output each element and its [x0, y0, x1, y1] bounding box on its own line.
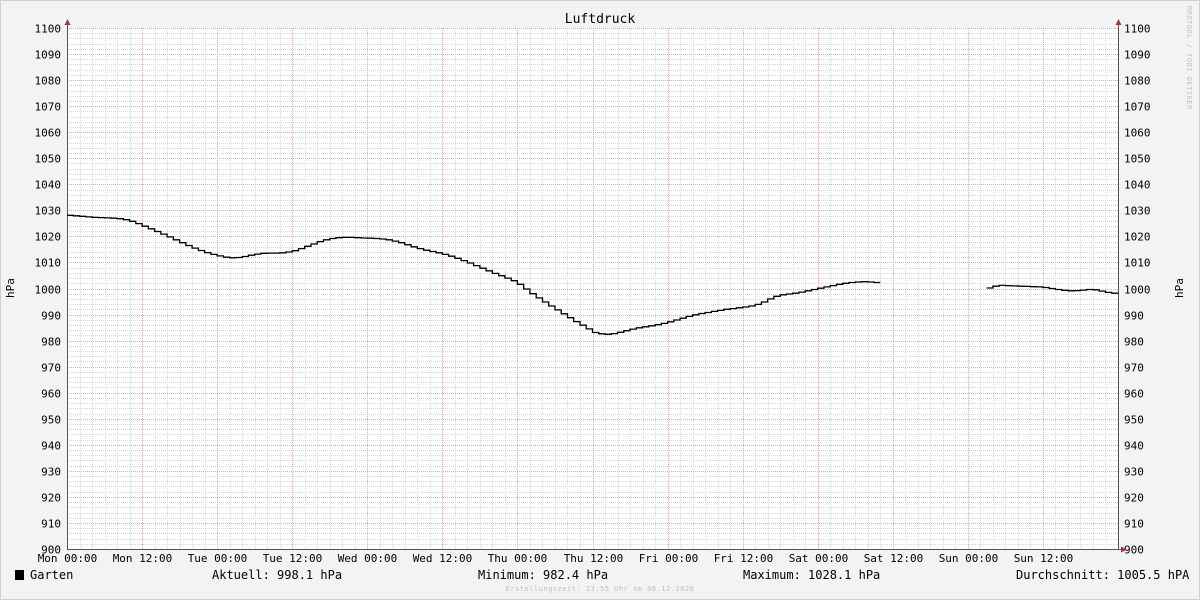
x-tick-label: Sun 12:00: [1014, 552, 1074, 565]
y-tick-label-left: 1070: [35, 101, 62, 114]
y-tick-label-right: 1040: [1124, 179, 1151, 192]
y-tick-label-right: 1000: [1124, 284, 1151, 297]
legend-swatch: [15, 570, 24, 580]
y-tick-label-right: 920: [1124, 492, 1144, 505]
y-tick-label-right: 980: [1124, 336, 1144, 349]
y-tick-label-right: 950: [1124, 414, 1144, 427]
stat-average: Durchschnitt: 1005.5 hPA: [1016, 568, 1190, 582]
x-tick-label: Wed 00:00: [338, 552, 398, 565]
y-tick-label-right: 1050: [1124, 153, 1151, 166]
y-tick-label-right: 900: [1124, 544, 1144, 557]
y-tick-label-left: 1080: [35, 75, 62, 88]
chart-title: Luftdruck: [565, 12, 636, 27]
y-tick-label-left: 950: [41, 414, 61, 427]
x-tick-label: Mon 00:00: [38, 552, 98, 565]
x-tick-label: Sat 00:00: [789, 552, 849, 565]
chart-canvas: 900 900910 910920 920930 930940 940950 950960 9…: [4, 12, 1186, 565]
y-tick-label-right: 1090: [1124, 49, 1151, 62]
stat-current: Aktuell: 998.1 hPa: [212, 568, 343, 582]
stat-minimum: Minimum: 982.4 hPa: [478, 568, 609, 582]
y-tick-label-right: 960: [1124, 388, 1144, 401]
y-axis-label-left: hPa: [4, 278, 17, 298]
legend-series-label: Garten: [30, 568, 74, 582]
y-axis-arrow-right: [1115, 19, 1122, 25]
x-tick-label: Wed 12:00: [413, 552, 473, 565]
y-tick-label-right: 940: [1124, 440, 1144, 453]
y-tick-label-right: 930: [1124, 466, 1144, 479]
y-tick-label-left: 970: [41, 362, 61, 375]
y-tick-label-left: 990: [41, 310, 61, 323]
x-tick-label: Mon 12:00: [113, 552, 173, 565]
y-tick-label-left: 920: [41, 492, 61, 505]
y-tick-label-left: 930: [41, 466, 61, 479]
x-tick-label: Tue 00:00: [188, 552, 248, 565]
y-tick-label-left: 1100: [35, 23, 62, 36]
x-tick-label: Sun 00:00: [939, 552, 999, 565]
x-tick-label: Thu 12:00: [564, 552, 624, 565]
x-tick-label: Thu 00:00: [488, 552, 548, 565]
y-tick-label-right: 1020: [1124, 231, 1151, 244]
y-tick-label-left: 940: [41, 440, 61, 453]
y-tick-label-left: 1020: [35, 231, 62, 244]
creation-timestamp: Erstellungszeit: 23:55 Uhr am 06.12.2020: [505, 585, 695, 593]
y-tick-label-right: 1070: [1124, 101, 1151, 114]
x-tick-label: Fri 12:00: [714, 552, 774, 565]
watermark: RRDTOOL / TOBI OETIKER: [1185, 6, 1193, 110]
y-tick-label-left: 1050: [35, 153, 62, 166]
y-tick-label-left: 910: [41, 518, 61, 531]
x-tick-label: Tue 12:00: [263, 552, 323, 565]
y-tick-label-right: 1010: [1124, 257, 1151, 270]
y-tick-label-right: 1060: [1124, 127, 1151, 140]
y-tick-label-right: 1100: [1124, 23, 1151, 36]
y-axis-label-right: hPa: [1173, 278, 1186, 298]
stat-maximum: Maximum: 1028.1 hPa: [743, 568, 881, 582]
y-tick-label-left: 1030: [35, 205, 62, 218]
y-tick-label-left: 1000: [35, 284, 62, 297]
y-tick-label-left: 980: [41, 336, 61, 349]
x-tick-label: Fri 00:00: [639, 552, 699, 565]
plot-area: [67, 28, 1118, 549]
y-tick-label-right: 910: [1124, 518, 1144, 531]
y-tick-label-left: 1090: [35, 49, 62, 62]
y-tick-label-left: 1060: [35, 127, 62, 140]
y-tick-label-left: 1040: [35, 179, 62, 192]
y-tick-label-right: 990: [1124, 310, 1144, 323]
y-tick-label-left: 960: [41, 388, 61, 401]
y-tick-label-left: 1010: [35, 257, 62, 270]
y-tick-label-right: 970: [1124, 362, 1144, 375]
y-tick-label-right: 1080: [1124, 75, 1151, 88]
x-tick-label: Sat 12:00: [864, 552, 924, 565]
y-axis-arrow-left: [64, 19, 71, 25]
y-tick-label-right: 1030: [1124, 205, 1151, 218]
